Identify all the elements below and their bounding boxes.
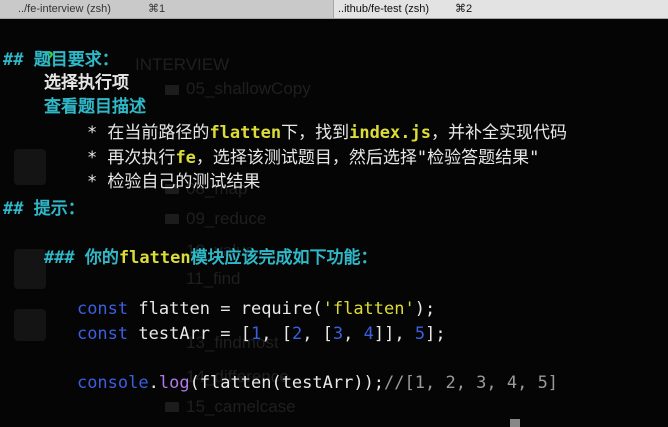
code-text: testArr = [: [128, 324, 251, 344]
ghost-title: INTERVIEW: [135, 55, 230, 74]
folder-icon: [165, 402, 179, 412]
code-number: 5: [414, 324, 426, 344]
tab-label: ../fe-interview (zsh): [18, 3, 111, 15]
requirement-bullet: * 在当前路径的flatten下，找到index.js，并补全实现代码: [46, 97, 567, 143]
hint-heading: ## 提示：: [3, 199, 85, 219]
tab-bar: ../fe-interview (zsh) ⌘1 ..ithub/fe-test…: [0, 0, 668, 19]
ghost-item: 05_shallowCopy: [186, 79, 311, 98]
tab-fe-interview[interactable]: ../fe-interview (zsh) ⌘1: [0, 0, 334, 18]
code-comment: //[1, 2, 3, 4, 5]: [384, 373, 559, 393]
folder-icon: [165, 85, 179, 95]
subheading-text: ### 你的: [43, 248, 119, 268]
hint-subheading: ### 你的flatten模块应该完成如下功能：: [3, 222, 378, 268]
code-number: 2: [291, 324, 303, 344]
requirements-heading: ## 题目要求：: [3, 50, 119, 70]
terminal-cursor: [510, 419, 520, 427]
prompt-line: ? 选择执行项 查看题目描述: [3, 23, 146, 117]
bullet-text: * 检验自己的测试结果: [86, 172, 261, 192]
requirement-bullet: * 再次执行fe，选择该测试题目，然后选择"检验答题结果": [46, 122, 539, 168]
subheading-text: 模块应该完成如下功能：: [190, 248, 378, 268]
code-text: (flatten(testArr));: [189, 373, 385, 393]
terminal-pane[interactable]: INTERVIEW 05_shallowCopy 08_map 09_reduc…: [0, 19, 668, 427]
code-text: ,: [343, 324, 364, 344]
code-line: const testArr = [1, [2, [3, 4]], 5];: [36, 298, 446, 344]
ghost-avatar: [14, 149, 46, 185]
code-number: 1: [250, 324, 262, 344]
code-object: console: [76, 373, 149, 393]
subheading-highlight: flatten: [118, 248, 191, 268]
code-number: 4: [363, 324, 374, 344]
code-text: .: [148, 373, 159, 393]
code-line: const flatten = require('flatten');: [36, 273, 435, 319]
tab-shortcut: ⌘1: [148, 3, 166, 15]
code-number: 3: [332, 324, 344, 344]
prompt-label: 选择执行项: [43, 73, 129, 93]
requirement-bullet: * 检验自己的测试结果: [46, 146, 260, 192]
tab-fe-test[interactable]: ..ithub/fe-test (zsh) ⌘2: [334, 0, 668, 18]
ghost-item: 15_camelcase: [186, 397, 296, 416]
code-text: , [: [261, 324, 292, 344]
code-text: ]],: [373, 324, 415, 344]
code-method: log: [158, 373, 190, 393]
tab-shortcut: ⌘2: [455, 3, 473, 15]
code-text: , [: [302, 324, 333, 344]
code-keyword: const: [76, 324, 129, 344]
tab-label: ..ithub/fe-test (zsh): [338, 3, 430, 15]
code-text: ];: [425, 324, 446, 344]
code-line: console.log(flatten(testArr));//[1, 2, 3…: [36, 347, 558, 393]
